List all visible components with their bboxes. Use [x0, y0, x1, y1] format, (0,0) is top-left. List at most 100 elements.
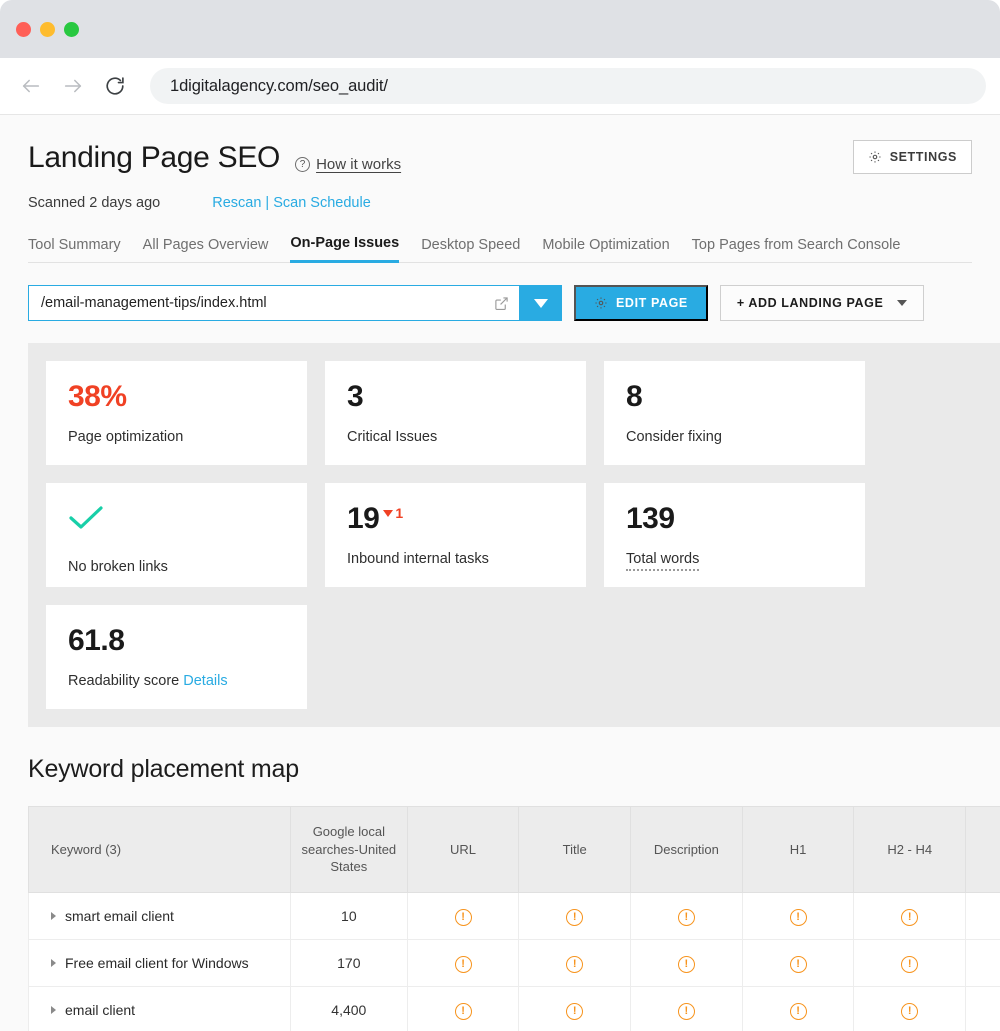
close-window-button[interactable] [16, 22, 31, 37]
page-title: Landing Page SEO [28, 141, 280, 175]
browser-url-bar[interactable]: 1digitalagency.com/seo_audit/ [150, 68, 986, 104]
metric-label: Consider fixing [626, 429, 843, 445]
external-link-icon[interactable] [494, 296, 509, 311]
metric-value: 3 [347, 381, 564, 413]
metric-label-wrap: Readability score Details [68, 673, 285, 689]
table-row[interactable]: email client 4,400 ! ! ! ! ! 2 (2 [29, 987, 1000, 1031]
row-title-cell: ! [519, 893, 631, 940]
browser-titlebar [0, 0, 1000, 58]
metric-card-no-broken-links: No broken links [46, 483, 307, 587]
column-header-url[interactable]: URL [407, 807, 519, 893]
table-body: smart email client 10 ! ! ! ! ! Free ema… [29, 893, 1000, 1031]
maximize-window-button[interactable] [64, 22, 79, 37]
add-landing-page-button[interactable]: + ADD LANDING PAGE [720, 285, 925, 321]
how-it-works-label: How it works [316, 156, 401, 173]
row-keyword-label: smart email client [65, 908, 174, 924]
metric-value: 19 [347, 503, 379, 535]
metric-value: 8 [626, 381, 843, 413]
tab-all-pages-overview[interactable]: All Pages Overview [143, 237, 269, 262]
metric-card-critical-issues: 3 Critical Issues [325, 361, 586, 465]
row-body-cell: 2 (2 [966, 987, 1000, 1031]
gear-icon [868, 150, 882, 164]
how-it-works-link[interactable]: ? How it works [295, 156, 401, 173]
expand-arrow-icon[interactable] [51, 959, 56, 967]
row-searches-cell: 4,400 [290, 987, 407, 1031]
scanned-text: Scanned 2 days ago [28, 195, 160, 211]
metric-value: 61.8 [68, 625, 285, 657]
metric-card-total-words: 139 Total words [604, 483, 865, 587]
reload-icon[interactable] [102, 73, 128, 99]
metric-label: Readability score [68, 673, 179, 689]
row-h1-cell: ! [742, 893, 854, 940]
caret-down-icon [383, 510, 393, 517]
landing-page-dropdown-button[interactable] [520, 285, 562, 321]
row-keyword-cell[interactable]: Free email client for Windows [29, 940, 291, 987]
minimize-window-button[interactable] [40, 22, 55, 37]
question-circle-icon: ? [295, 157, 310, 172]
row-url-cell: ! [407, 940, 519, 987]
row-keyword-cell[interactable]: smart email client [29, 893, 291, 940]
row-description-cell: ! [631, 940, 743, 987]
metric-label: Critical Issues [347, 429, 564, 445]
column-header-google-local-searches[interactable]: Google local searches-United States [290, 807, 407, 893]
column-header-h1[interactable]: H1 [742, 807, 854, 893]
column-header-keyword[interactable]: Keyword (3) [29, 807, 291, 893]
edit-page-button[interactable]: EDIT PAGE [574, 285, 708, 321]
tab-tool-summary[interactable]: Tool Summary [28, 237, 121, 262]
column-header-description[interactable]: Description [631, 807, 743, 893]
warning-icon: ! [678, 956, 695, 973]
scan-links: Rescan | Scan Schedule [212, 195, 371, 211]
settings-label: SETTINGS [890, 150, 957, 164]
row-title-cell: ! [519, 940, 631, 987]
column-header-h2-h4[interactable]: H2 - H4 [854, 807, 966, 893]
metric-label: Page optimization [68, 429, 285, 445]
expand-arrow-icon[interactable] [51, 912, 56, 920]
row-title-cell: ! [519, 987, 631, 1031]
row-keyword-cell[interactable]: email client [29, 987, 291, 1031]
warning-icon: ! [901, 1003, 918, 1020]
rescan-link[interactable]: Rescan [212, 195, 261, 211]
column-header-title[interactable]: Title [519, 807, 631, 893]
settings-button[interactable]: SETTINGS [853, 140, 972, 174]
table-row[interactable]: smart email client 10 ! ! ! ! ! [29, 893, 1000, 940]
table-header-row: Keyword (3) Google local searches-United… [29, 807, 1000, 893]
expand-arrow-icon[interactable] [51, 1006, 56, 1014]
arrow-right-icon[interactable] [60, 73, 86, 99]
row-h1-cell: ! [742, 987, 854, 1031]
column-header-body[interactable]: B [966, 807, 1000, 893]
table-row[interactable]: Free email client for Windows 170 ! ! ! … [29, 940, 1000, 987]
warning-icon: ! [678, 909, 695, 926]
scan-schedule-link[interactable]: Scan Schedule [273, 195, 371, 211]
add-landing-page-label: + ADD LANDING PAGE [737, 296, 884, 310]
readability-details-link[interactable]: Details [183, 673, 227, 689]
tab-bar: Tool Summary All Pages Overview On-Page … [28, 235, 972, 263]
metric-value: 38% [68, 381, 285, 413]
tab-mobile-optimization[interactable]: Mobile Optimization [542, 237, 669, 262]
keyword-placement-map-table: Keyword (3) Google local searches-United… [28, 806, 1000, 1031]
warning-icon: ! [901, 909, 918, 926]
row-keyword-label: email client [65, 1002, 135, 1018]
metric-delta: 1 [383, 506, 402, 521]
tab-top-pages-search-console[interactable]: Top Pages from Search Console [692, 237, 901, 262]
caret-down-icon[interactable] [897, 300, 907, 306]
warning-icon: ! [790, 1003, 807, 1020]
title-row: Landing Page SEO ? How it works [28, 141, 972, 175]
tab-on-page-issues[interactable]: On-Page Issues [290, 235, 399, 263]
warning-icon: ! [566, 909, 583, 926]
warning-icon: ! [455, 956, 472, 973]
landing-page-url-input[interactable]: /email-management-tips/index.html [28, 285, 520, 321]
metric-card-consider-fixing: 8 Consider fixing [604, 361, 865, 465]
caret-down-icon [534, 299, 548, 308]
landing-page-selector-row: /email-management-tips/index.html EDIT P… [0, 285, 1000, 321]
edit-page-label: EDIT PAGE [616, 296, 688, 310]
metrics-panel: 38% Page optimization 3 Critical Issues … [28, 343, 1000, 727]
warning-icon: ! [455, 909, 472, 926]
browser-url-text: 1digitalagency.com/seo_audit/ [170, 77, 388, 96]
keyword-placement-map-table-wrap: Keyword (3) Google local searches-United… [28, 806, 1000, 1031]
row-body-cell [966, 893, 1000, 940]
warning-icon: ! [901, 956, 918, 973]
arrow-left-icon[interactable] [18, 73, 44, 99]
browser-toolbar: 1digitalagency.com/seo_audit/ [0, 58, 1000, 114]
window-traffic-lights [16, 22, 79, 37]
tab-desktop-speed[interactable]: Desktop Speed [421, 237, 520, 262]
